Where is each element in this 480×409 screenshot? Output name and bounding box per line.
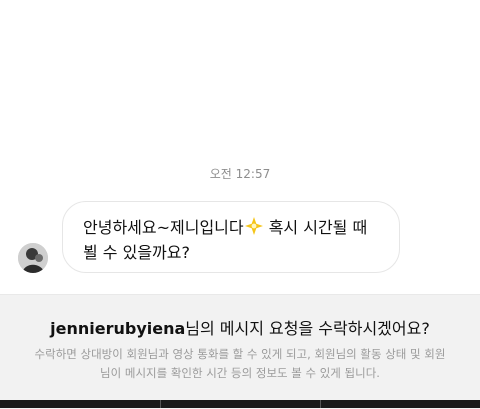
request-description: 수락하면 상대방이 회원님과 영상 통화를 할 수 있게 되고, 회원님의 활동… — [34, 347, 446, 380]
action-divider — [160, 400, 161, 408]
message-request-panel: jennierubyiena님의 메시지 요청을 수락하시겠어요? 수락하면 상… — [0, 294, 480, 409]
message-line1-a: 안녕하세요~제니입니다 — [83, 218, 244, 237]
request-title-suffix: 님의 메시지 요청을 수락하시겠어요? — [185, 319, 430, 338]
request-username[interactable]: jennierubyiena — [50, 319, 185, 338]
sparkle-icon — [244, 216, 264, 236]
message-timestamp: 오전 12:57 — [209, 167, 271, 181]
sender-avatar[interactable] — [18, 243, 48, 273]
message-bubble[interactable]: 안녕하세요~제니입니다 혹시 시간될 때 뵐 수 있을까요? — [62, 201, 400, 273]
request-title: jennierubyiena님의 메시지 요청을 수락하시겠어요? — [0, 315, 480, 339]
avatar-image — [18, 243, 48, 273]
message-line2: 뵐 수 있을까요? — [83, 243, 190, 262]
action-bar — [0, 400, 480, 408]
message-line1-b: 혹시 시간될 때 — [263, 218, 368, 237]
action-divider — [320, 400, 321, 408]
message-text: 안녕하세요~제니입니다 혹시 시간될 때 뵐 수 있을까요? — [83, 215, 381, 265]
